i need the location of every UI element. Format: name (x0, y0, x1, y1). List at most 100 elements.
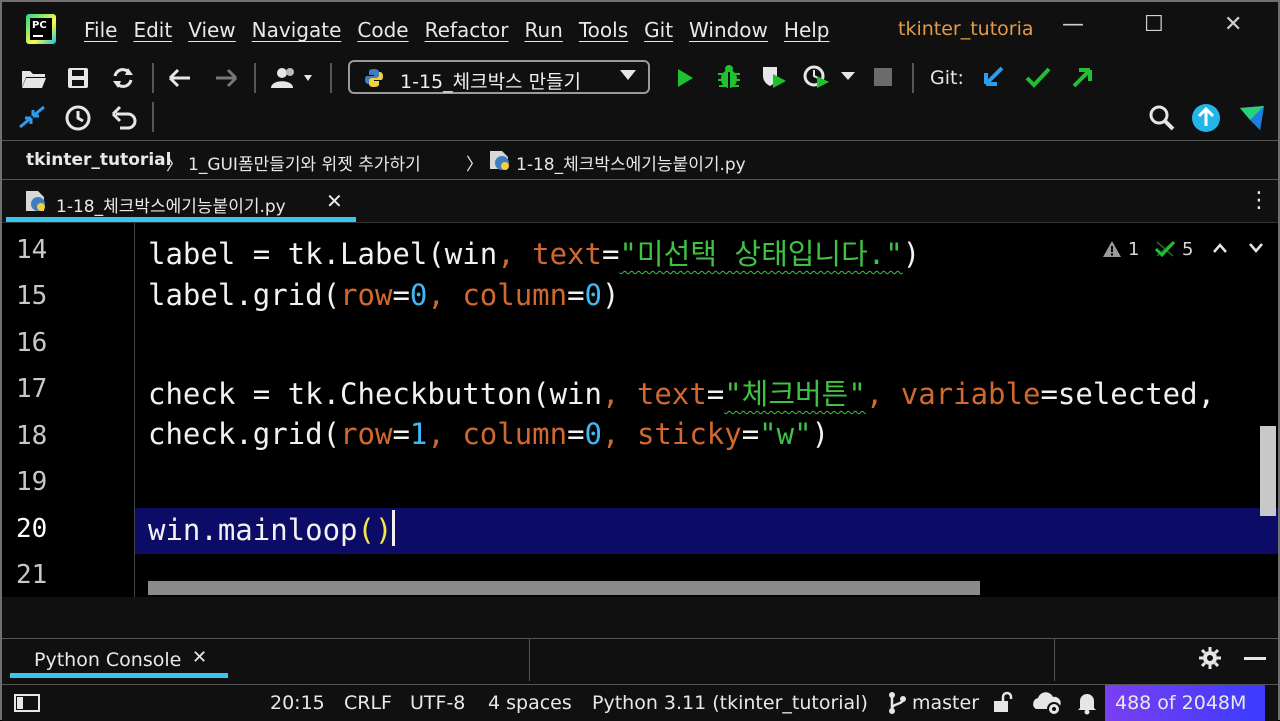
debug-icon[interactable] (716, 64, 742, 90)
toolbar-separator (912, 63, 914, 93)
sync-icon[interactable] (110, 66, 136, 90)
pycharm-logo-icon: PC (26, 14, 56, 44)
code-token: = (741, 417, 760, 451)
git-update-icon[interactable] (980, 64, 1006, 90)
code-line-17: check = tk.Checkbutton(win, text="체크버튼",… (148, 371, 1215, 413)
menu-help[interactable]: Help (784, 18, 830, 42)
line-separator[interactable]: CRLF (344, 692, 392, 714)
editor-tab-bar: 1-18_체크박스에기능붙이기.py ✕ ⋮ (2, 180, 1278, 223)
more-run-options-icon[interactable] (840, 70, 856, 82)
previous-highlight-icon[interactable] (1212, 241, 1228, 255)
python-console-tab[interactable]: Python Console (34, 649, 181, 671)
code-token: = (392, 417, 410, 451)
menu-refactor[interactable]: Refactor (425, 18, 509, 42)
code-token-kwarg: text (636, 377, 707, 411)
tab-more-options-icon[interactable]: ⋮ (1248, 188, 1270, 213)
code-token-kwarg: text (532, 237, 602, 271)
code-token-paren: () (357, 513, 393, 547)
python-file-icon (26, 191, 45, 211)
python-interpreter[interactable]: Python 3.11 (tkinter_tutorial) (592, 692, 868, 714)
logo-text: PC (30, 18, 52, 40)
toolbar-separator (152, 63, 154, 93)
caret-position[interactable]: 20:15 (270, 692, 325, 714)
close-window-button[interactable]: ✕ (1224, 12, 1242, 37)
stop-icon[interactable] (874, 68, 892, 86)
line-number: 21 (16, 560, 48, 590)
close-console-icon[interactable]: ✕ (192, 647, 207, 668)
breadcrumb-file[interactable]: 1-18_체크박스에기능붙이기.py (516, 150, 746, 175)
toggle-tool-windows-icon[interactable] (14, 693, 40, 713)
run-with-coverage-icon[interactable] (760, 64, 788, 90)
menu-git[interactable]: Git (644, 18, 673, 42)
next-highlight-icon[interactable] (1248, 241, 1264, 255)
search-icon[interactable] (1148, 104, 1176, 132)
menu-window[interactable]: Window (689, 18, 768, 42)
run-icon[interactable] (674, 66, 696, 90)
code-editor[interactable]: 14 15 16 17 18 19 20 21 label = tk.Label… (2, 223, 1278, 597)
breadcrumb-folder[interactable]: 1_GUI폼만들기와 위젯 추가하기 (188, 150, 421, 175)
code-token: , (427, 417, 463, 451)
code-with-me-icon[interactable] (1236, 102, 1268, 134)
code-token: =selected, (1040, 377, 1216, 411)
menu-code[interactable]: Code (357, 18, 408, 42)
tab-label: 1-18_체크박스에기능붙이기.py (56, 197, 286, 217)
toolbar-separator (330, 63, 332, 93)
memory-indicator[interactable]: 488 of 2048M (1105, 685, 1265, 721)
menu-tools[interactable]: Tools (579, 18, 628, 42)
unlock-icon[interactable] (992, 691, 1014, 713)
menu-run[interactable]: Run (525, 18, 563, 42)
code-token: , (602, 417, 637, 451)
minimize-panel-icon[interactable] (1244, 657, 1266, 660)
undo-icon[interactable] (110, 104, 138, 132)
menu-file[interactable]: File (84, 18, 117, 42)
code-token-kwarg: sticky (636, 417, 742, 451)
minimize-button[interactable]: — (1062, 12, 1084, 37)
line-number-current: 20 (16, 514, 48, 544)
ide-window: PC File Edit View Navigate Code Refactor… (0, 0, 1280, 721)
ide-update-icon[interactable] (1190, 102, 1222, 134)
panel-divider (1054, 639, 1055, 681)
users-dropdown-icon[interactable] (268, 66, 320, 90)
warning-count: 1 (1128, 239, 1140, 260)
indent-setting[interactable]: 4 spaces (488, 692, 572, 714)
code-token: check = tk.Checkbutton(win (148, 377, 602, 411)
git-commit-icon[interactable] (1024, 64, 1052, 90)
menu-bar: PC File Edit View Navigate Code Refactor… (2, 2, 1278, 58)
line-number: 14 (16, 235, 48, 265)
git-branch[interactable]: master (912, 692, 979, 714)
file-encoding[interactable]: UTF-8 (410, 692, 465, 714)
git-branch-icon (889, 692, 906, 714)
save-icon[interactable] (66, 66, 90, 90)
project-title: tkinter_tutoria (898, 18, 1034, 40)
code-token: ) (602, 278, 620, 312)
line-number: 16 (16, 328, 48, 358)
menu-navigate[interactable]: Navigate (252, 18, 342, 42)
menu-view[interactable]: View (188, 18, 235, 42)
profile-icon[interactable] (802, 64, 830, 90)
history-clock-icon[interactable] (64, 104, 92, 132)
gear-icon[interactable] (1198, 646, 1222, 670)
git-rollback-arrows-icon[interactable] (18, 104, 46, 130)
code-line-20: win.mainloop() (148, 510, 396, 547)
line-number: 17 (16, 374, 48, 404)
breadcrumb-project[interactable]: tkinter_tutorial (26, 150, 171, 170)
open-folder-icon[interactable] (20, 67, 48, 89)
git-push-icon[interactable] (1070, 64, 1096, 90)
python-icon (365, 69, 383, 87)
horizontal-scrollbar[interactable] (148, 581, 980, 595)
vertical-scrollbar[interactable] (1260, 426, 1276, 516)
run-configuration-dropdown[interactable]: 1-15_체크박스 만들기 (348, 60, 650, 94)
code-line-15: label.grid(row=0, column=0) (148, 278, 619, 312)
back-arrow-icon[interactable] (166, 66, 194, 90)
close-tab-icon[interactable]: ✕ (326, 189, 343, 213)
maximize-button[interactable]: ☐ (1144, 12, 1164, 37)
check-count: 5 (1182, 239, 1194, 260)
tool-window-bar: Python Console ✕ (2, 639, 1278, 681)
notifications-bell-icon[interactable] (1076, 691, 1098, 715)
code-token: , (601, 377, 637, 411)
forward-arrow-icon[interactable] (212, 66, 240, 90)
menu-edit[interactable]: Edit (133, 18, 172, 42)
code-token-string: "체크버튼" (724, 377, 866, 411)
cloud-settings-icon[interactable] (1030, 689, 1064, 717)
code-token-number: 0 (584, 278, 603, 312)
